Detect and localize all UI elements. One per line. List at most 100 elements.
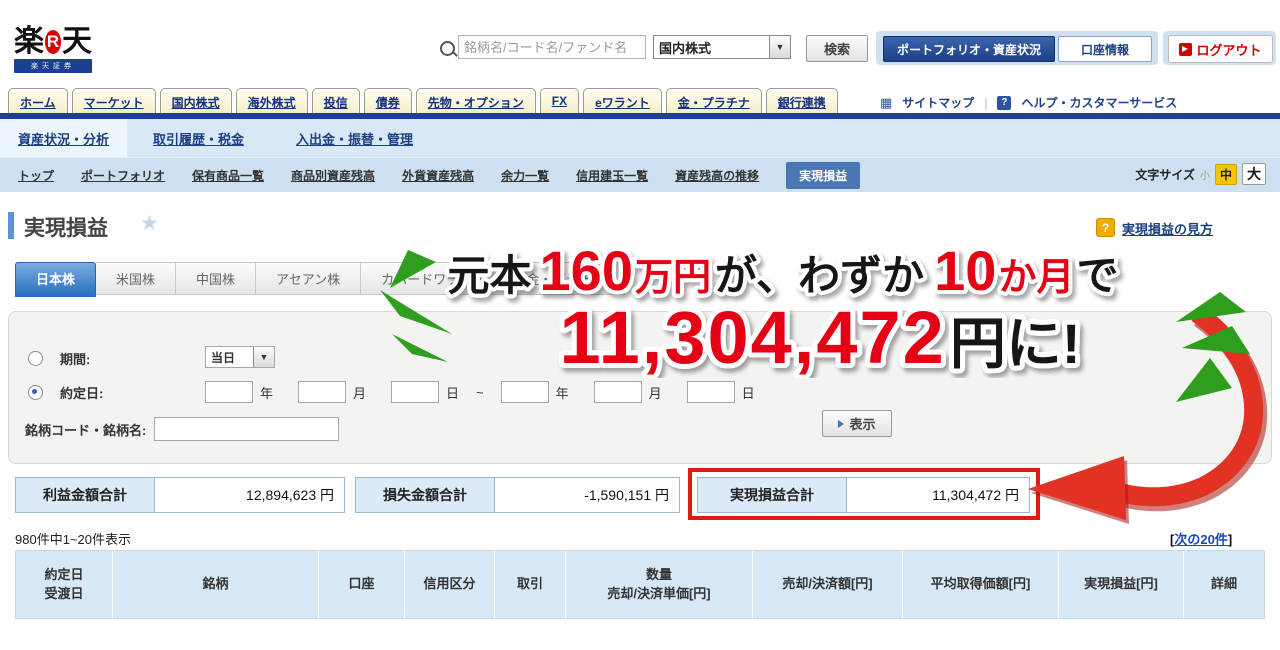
market-tabs: 日本株 米国株 中国株 アセアン株 カバードワラント 金・プラチナ xyxy=(15,262,625,297)
period-row: 期間: xyxy=(28,349,90,368)
tab-asean-stock[interactable]: アセアン株 xyxy=(256,262,361,295)
promo-seg: か月 xyxy=(998,257,1074,299)
period-select[interactable]: 当日 ▼ xyxy=(205,346,275,368)
next-20-link[interactable]: 次の20件 xyxy=(1174,532,1227,547)
day-label: 日 xyxy=(446,383,459,402)
profit-total-label: 利益金額合計 xyxy=(15,477,155,513)
results-count: 980件中1~20件表示 xyxy=(15,529,131,548)
col-margin-type: 信用区分 xyxy=(405,551,495,619)
promo-seg: 10 xyxy=(934,239,996,302)
divider: | xyxy=(984,96,987,110)
month-label: 月 xyxy=(353,383,366,402)
col-quantity-unit-price: 数量 売却/決済単価[円] xyxy=(566,551,753,619)
portfolio-status-button[interactable]: ポートフォリオ・資産状況 xyxy=(883,36,1055,62)
chevron-down-icon[interactable]: ▼ xyxy=(769,36,790,58)
period-radio[interactable] xyxy=(28,351,43,366)
trade-date-row: 約定日: xyxy=(28,383,103,402)
help-question-icon: ? xyxy=(1096,218,1115,237)
from-year-input[interactable] xyxy=(205,381,253,403)
third-nav-foreign-assets[interactable]: 外貨資産残高 xyxy=(402,167,474,184)
help-customer-service-link[interactable]: ヘルプ・カスタマーサービス xyxy=(1021,94,1177,111)
third-nav-holdings[interactable]: 保有商品一覧 xyxy=(192,167,264,184)
sub-nav-history-tax[interactable]: 取引履歴・税金 xyxy=(127,119,270,157)
tab-china-stock[interactable]: 中国株 xyxy=(176,262,256,295)
font-size-medium-button[interactable]: 中 xyxy=(1215,164,1237,185)
from-month-input[interactable] xyxy=(298,381,346,403)
show-button[interactable]: 表示 xyxy=(822,410,892,437)
favorite-star-icon[interactable]: ★ xyxy=(140,211,159,236)
third-nav-balance-by-product[interactable]: 商品別資産残高 xyxy=(291,167,375,184)
col-sale-amount: 売却/決済額[円] xyxy=(753,551,903,619)
rakuten-securities-page: 楽R天 楽天証券 国内株式 ▼ 検索 ポートフォリオ・資産状況 口座情報 ログア… xyxy=(0,0,1280,650)
col-trade-settle-date: 約定日 受渡日 xyxy=(16,551,113,619)
logout-icon xyxy=(1179,43,1192,56)
trade-date-label: 約定日: xyxy=(60,383,103,402)
promo-seg: で xyxy=(1076,252,1118,299)
font-size-small-button[interactable]: 小 xyxy=(1200,167,1210,182)
loss-total-value: -1,590,151 円 xyxy=(495,477,680,513)
date-inputs: 年 月 日 ~ 年 月 日 xyxy=(205,381,755,403)
realized-pl-total-value: 11,304,472 円 xyxy=(847,477,1030,513)
period-label: 期間: xyxy=(60,349,90,368)
account-info-button[interactable]: 口座情報 xyxy=(1058,36,1152,62)
search-icon xyxy=(440,41,455,56)
font-size-label: 文字サイズ xyxy=(1135,166,1195,183)
col-realized-pl: 実現損益[円] xyxy=(1059,551,1184,619)
tab-covered-warrant[interactable]: カバードワラント xyxy=(361,262,506,295)
tab-gold-platinum[interactable]: 金・プラチナ xyxy=(506,262,625,295)
rakuten-logo[interactable]: 楽R天 楽天証券 xyxy=(14,26,92,73)
day-label: 日 xyxy=(742,383,755,402)
col-account: 口座 xyxy=(319,551,405,619)
col-symbol: 銘柄 xyxy=(113,551,319,619)
range-separator: ~ xyxy=(476,385,484,400)
search-input[interactable] xyxy=(458,35,646,59)
col-trade: 取引 xyxy=(495,551,566,619)
realized-pl-total-label: 実現損益合計 xyxy=(697,477,847,513)
symbol-label: 銘柄コード・銘柄名: xyxy=(25,420,146,439)
search-category-value: 国内株式 xyxy=(654,38,769,57)
search-button[interactable]: 検索 xyxy=(806,35,868,62)
font-size-large-button[interactable]: 大 xyxy=(1242,163,1266,185)
third-nav-realized-pl[interactable]: 実現損益 xyxy=(786,162,860,189)
search-category-select[interactable]: 国内株式 ▼ xyxy=(653,35,791,59)
to-year-input[interactable] xyxy=(501,381,549,403)
pagination: [次の20件] xyxy=(1170,529,1232,548)
year-label: 年 xyxy=(556,383,569,402)
to-day-input[interactable] xyxy=(687,381,735,403)
sub-nav-deposit-transfer[interactable]: 入出金・振替・管理 xyxy=(270,119,439,157)
third-nav-buying-power[interactable]: 余力一覧 xyxy=(501,167,549,184)
logo-kanji-right: 天 xyxy=(62,26,92,58)
col-avg-acquisition: 平均取得価額[円] xyxy=(903,551,1059,619)
results-table-header: 約定日 受渡日 銘柄 口座 信用区分 取引 数量 売却/決済単価[円] 売却/決… xyxy=(15,550,1265,619)
symbol-row: 銘柄コード・銘柄名: xyxy=(25,417,339,441)
third-nav-asset-trend[interactable]: 資産残高の推移 xyxy=(675,167,759,184)
third-nav-top[interactable]: トップ xyxy=(18,167,54,184)
rakuten-logo-text: 楽R天 xyxy=(14,26,92,58)
chevron-down-icon[interactable]: ▼ xyxy=(253,347,274,367)
title-accent-bar xyxy=(8,212,14,239)
logo-kanji-left: 楽 xyxy=(14,26,44,58)
font-size-widget: 文字サイズ 小 中 大 xyxy=(1135,163,1266,185)
logo-caption: 楽天証券 xyxy=(14,59,92,73)
promo-seg: が、わずか xyxy=(715,252,924,299)
page-title: 実現損益 xyxy=(24,212,108,242)
tab-japan-stock[interactable]: 日本株 xyxy=(15,262,96,297)
to-month-input[interactable] xyxy=(594,381,642,403)
period-value: 当日 xyxy=(206,347,253,367)
from-day-input[interactable] xyxy=(391,381,439,403)
symbol-input[interactable] xyxy=(154,417,339,441)
third-nav-margin-positions[interactable]: 信用建玉一覧 xyxy=(576,167,648,184)
col-detail: 詳細 xyxy=(1184,551,1265,619)
realized-pl-guide-link[interactable]: 実現損益の見方 xyxy=(1122,219,1213,238)
sitemap-link[interactable]: サイトマップ xyxy=(902,94,974,111)
year-label: 年 xyxy=(260,383,273,402)
tab-us-stock[interactable]: 米国株 xyxy=(96,262,176,295)
logout-button[interactable]: ログアウト xyxy=(1168,35,1273,63)
third-nav: トップ ポートフォリオ 保有商品一覧 商品別資産残高 外貨資産残高 余力一覧 信… xyxy=(0,157,1280,192)
sub-nav-asset-analysis[interactable]: 資産状況・分析 xyxy=(0,119,127,157)
triangle-right-icon xyxy=(838,420,844,428)
trade-date-radio[interactable] xyxy=(28,385,43,400)
third-nav-portfolio[interactable]: ポートフォリオ xyxy=(81,167,165,184)
loss-total-label: 損失金額合計 xyxy=(355,477,495,513)
sitemap-icon: ▦ xyxy=(880,95,892,111)
